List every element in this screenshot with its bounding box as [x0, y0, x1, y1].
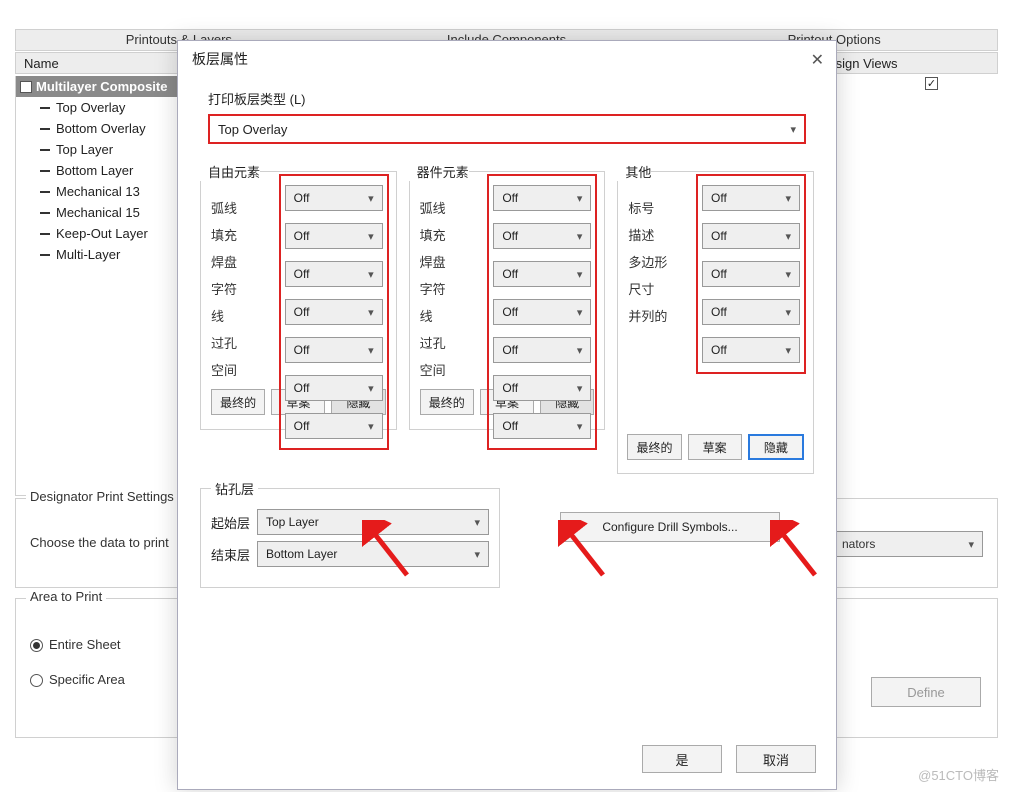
- free-strings-select[interactable]: Off▾: [285, 299, 383, 325]
- comp-strings-select[interactable]: Off▾: [493, 299, 591, 325]
- chevron-down-icon: ▾: [968, 538, 974, 551]
- comp-vias-select[interactable]: Off▾: [493, 375, 591, 401]
- dialog-title: 板层属性 ✕: [178, 41, 836, 77]
- chevron-down-icon: ▾: [790, 123, 796, 136]
- comp-tracks-select[interactable]: Off▾: [493, 337, 591, 363]
- comp-arcs-select[interactable]: Off▾: [493, 185, 591, 211]
- drill-start-select[interactable]: Top Layer▾: [257, 509, 489, 535]
- other-polygon-select[interactable]: Off▾: [702, 261, 800, 287]
- layer-properties-dialog: 板层属性 ✕ 打印板层类型 (L) Top Overlay ▾ 自由元素 弧线 …: [177, 40, 837, 790]
- configure-drill-button[interactable]: Configure Drill Symbols...: [560, 512, 780, 542]
- col-design-views: Design Views: [811, 53, 997, 73]
- free-arcs-select[interactable]: Off▾: [285, 185, 383, 211]
- comp-fills-select[interactable]: Off▾: [493, 223, 591, 249]
- drill-end-select[interactable]: Bottom Layer▾: [257, 541, 489, 567]
- free-final-button[interactable]: 最终的: [211, 389, 265, 415]
- define-button[interactable]: Define: [871, 677, 981, 707]
- other-designator-select[interactable]: Off▾: [702, 185, 800, 211]
- comp-pads-select[interactable]: Off▾: [493, 261, 591, 287]
- other-comment-select[interactable]: Off▾: [702, 223, 800, 249]
- yes-button[interactable]: 是: [642, 745, 722, 773]
- other-coordinate-select[interactable]: Off▾: [702, 337, 800, 363]
- other-draft-button[interactable]: 草案: [688, 434, 742, 460]
- free-tracks-select[interactable]: Off▾: [285, 337, 383, 363]
- free-pads-select[interactable]: Off▾: [285, 261, 383, 287]
- comp-final-button[interactable]: 最终的: [420, 389, 474, 415]
- designator-combo[interactable]: nators▾: [833, 531, 983, 557]
- layer-type-select[interactable]: Top Overlay ▾: [208, 114, 806, 144]
- other-final-button[interactable]: 最终的: [627, 434, 681, 460]
- design-views-checkbox[interactable]: ✓: [925, 77, 938, 90]
- other-hide-button[interactable]: 隐藏: [748, 434, 804, 460]
- free-vias-select[interactable]: Off▾: [285, 375, 383, 401]
- other-dimension-select[interactable]: Off▾: [702, 299, 800, 325]
- comp-regions-select[interactable]: Off▾: [493, 413, 591, 439]
- component-primitives-group: 器件元素 弧线 填充 焊盘 字符 线 过孔 空间 Off▾ Off▾ Off▾ …: [409, 162, 606, 474]
- watermark: @51CTO博客: [918, 765, 999, 784]
- close-icon[interactable]: ✕: [811, 50, 824, 70]
- designator-title: Designator Print Settings: [26, 489, 178, 504]
- other-group: 其他 标号 描述 多边形 尺寸 并列的 Off▾ Off▾ Off▾ Off▾ …: [617, 162, 814, 474]
- layer-type-label: 打印板层类型 (L): [208, 89, 806, 108]
- free-regions-select[interactable]: Off▾: [285, 413, 383, 439]
- free-primitives-group: 自由元素 弧线 填充 焊盘 字符 线 过孔 空间 Off▾ Off▾ Off▾ …: [200, 162, 397, 474]
- drill-layer-group: 钻孔层 起始层 Top Layer▾ 结束层 Bottom Layer▾: [200, 488, 500, 588]
- area-title: Area to Print: [26, 589, 106, 604]
- free-fills-select[interactable]: Off▾: [285, 223, 383, 249]
- cancel-button[interactable]: 取消: [736, 745, 816, 773]
